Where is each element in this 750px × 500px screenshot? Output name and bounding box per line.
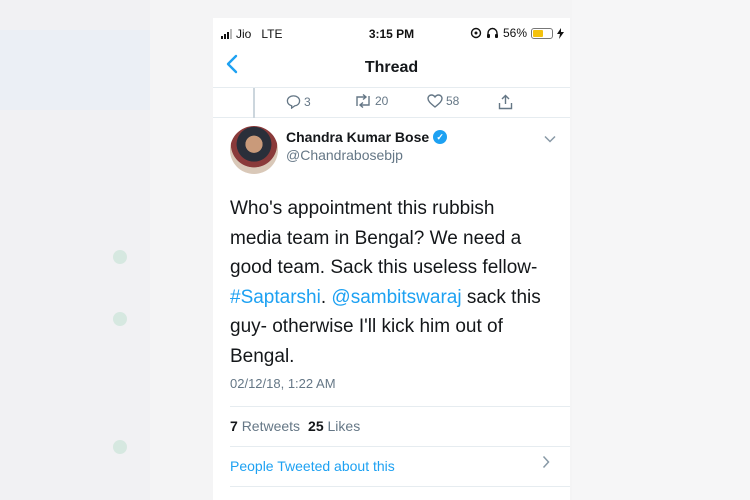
battery-percent: 56% bbox=[502, 26, 527, 40]
previous-tweet-actions: 3 20 58 bbox=[213, 88, 570, 118]
charging-icon bbox=[557, 27, 564, 39]
tweet-timestamp: 02/12/18, 1:22 AM bbox=[230, 376, 336, 391]
author-name: Chandra Kumar Bose bbox=[286, 129, 430, 145]
tweet-text: Who's appointment this rubbish media tea… bbox=[230, 194, 550, 371]
tweet-stats: 7 Retweets 25 Likes bbox=[230, 418, 360, 434]
author-name-row[interactable]: Chandra Kumar Bose ✓ bbox=[286, 129, 448, 145]
retweet-total: 7 bbox=[230, 418, 238, 434]
retweet-button[interactable]: 20 bbox=[354, 94, 388, 108]
like-button[interactable]: 58 bbox=[427, 94, 459, 108]
mention-link[interactable]: @sambitswaraj bbox=[331, 287, 461, 308]
page-title: Thread bbox=[364, 59, 419, 76]
share-button[interactable] bbox=[498, 94, 513, 110]
divider bbox=[230, 446, 570, 447]
share-icon bbox=[498, 94, 513, 110]
people-tweeted-link[interactable]: People Tweeted about this bbox=[230, 458, 550, 474]
chevron-down-icon bbox=[544, 135, 556, 143]
avatar[interactable] bbox=[230, 126, 278, 174]
retweets-label: Retweets bbox=[241, 418, 301, 434]
retweet-count: 20 bbox=[375, 94, 389, 108]
retweet-icon bbox=[356, 94, 370, 108]
battery-icon bbox=[531, 27, 553, 39]
background-highlight bbox=[0, 30, 150, 110]
tweet-text-part: Who's appointment this rubbish media tea… bbox=[230, 198, 538, 278]
retweets-stat[interactable]: 7 Retweets bbox=[230, 418, 300, 434]
like-count: 58 bbox=[446, 94, 460, 108]
like-total: 25 bbox=[308, 418, 324, 434]
divider bbox=[230, 486, 570, 487]
heart-icon bbox=[427, 94, 443, 108]
verified-badge-icon: ✓ bbox=[433, 130, 448, 144]
battery-fill bbox=[533, 29, 544, 37]
reply-count: 3 bbox=[304, 94, 311, 109]
background-badge bbox=[113, 312, 127, 326]
background-badge bbox=[113, 440, 127, 454]
headphones-icon bbox=[486, 27, 498, 38]
tweet-text-part: . bbox=[320, 286, 332, 308]
author-handle[interactable]: @Chandrabosebjp bbox=[286, 147, 403, 163]
divider bbox=[230, 406, 570, 407]
likes-stat[interactable]: 25 Likes bbox=[308, 418, 360, 434]
thread-connector bbox=[253, 88, 255, 118]
status-bar: Jio LTE 3:15 PM 56% bbox=[213, 18, 570, 48]
background-right-panel bbox=[572, 0, 750, 500]
hashtag-link[interactable]: #Saptarshi bbox=[230, 287, 321, 308]
reply-button[interactable]: 3 bbox=[286, 94, 311, 109]
status-right: 56% bbox=[470, 26, 564, 40]
location-lock-icon bbox=[470, 27, 482, 39]
navigation-bar: Thread bbox=[213, 48, 570, 88]
chevron-right-icon bbox=[542, 455, 550, 474]
background-badge bbox=[113, 250, 127, 264]
reply-icon bbox=[286, 95, 301, 109]
tweet-options-button[interactable] bbox=[544, 132, 556, 146]
likes-label: Likes bbox=[327, 418, 361, 434]
phone-screen: Jio LTE 3:15 PM 56% Thread 3 20 58 Chand… bbox=[213, 18, 570, 500]
